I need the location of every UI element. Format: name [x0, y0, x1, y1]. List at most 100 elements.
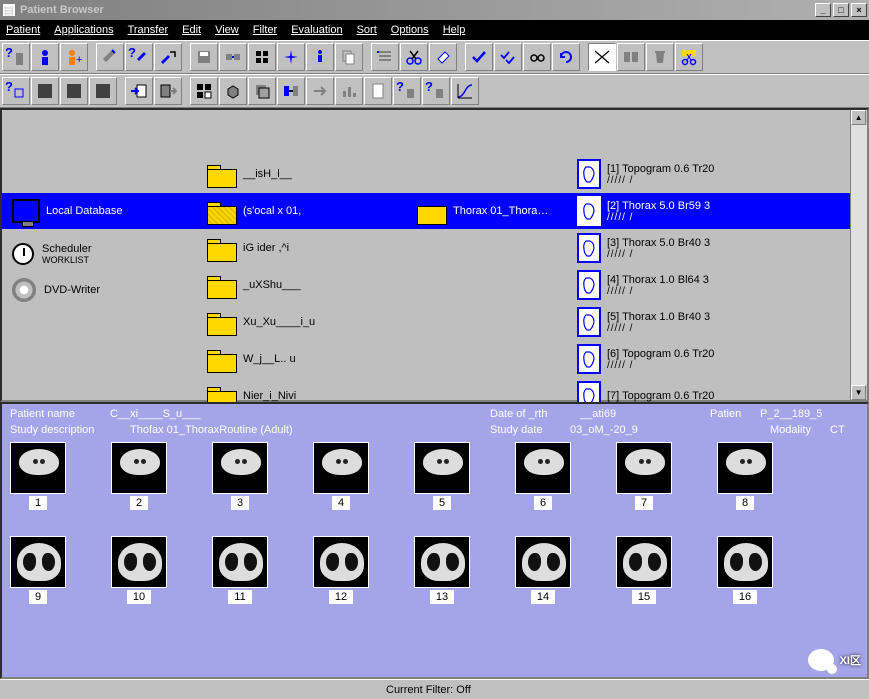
series-item[interactable]: [3] Thorax 5.0 Br40 3///// / — [577, 230, 710, 266]
tool-edit-2[interactable]: ? — [125, 43, 153, 71]
thumbnail-image — [414, 442, 470, 494]
tool-checks[interactable] — [494, 43, 522, 71]
tool2-cube[interactable] — [219, 77, 247, 105]
tool-copy[interactable] — [335, 43, 363, 71]
thumbnail[interactable]: 6 — [515, 442, 571, 510]
thumbnail[interactable]: 2 — [111, 442, 167, 510]
menu-options[interactable]: Options — [391, 24, 429, 36]
thumbnail[interactable]: 7 — [616, 442, 672, 510]
tool2-curve[interactable] — [451, 77, 479, 105]
preview-pane: Patient name C__xi____S_u___ Date of _rt… — [0, 402, 869, 679]
thumbnail[interactable]: 4 — [313, 442, 369, 510]
folder-item[interactable]: iG ider ,^i — [207, 230, 289, 266]
scroll-up-icon[interactable]: ▲ — [851, 110, 866, 125]
tool-cut-yellow[interactable] — [675, 43, 703, 71]
tool2-export[interactable] — [154, 77, 182, 105]
node-local-database[interactable]: Local Database — [12, 193, 122, 229]
tool-pen-arrow[interactable] — [154, 43, 182, 71]
series-item[interactable]: [1] Topogram 0.6 Tr20///// / — [577, 156, 714, 192]
series-item[interactable]: [5] Thorax 1.0 Br40 3///// / — [577, 304, 710, 340]
thumbnail[interactable]: 12 — [313, 536, 369, 604]
folder-item[interactable]: _uXShu___ — [207, 267, 301, 303]
thumbnail-image — [717, 536, 773, 588]
tool-trash[interactable] — [646, 43, 674, 71]
tool2-viewer[interactable]: ? — [2, 77, 30, 105]
tool-refresh[interactable] — [552, 43, 580, 71]
folder-item[interactable]: __isH_l__ — [207, 156, 292, 192]
tool-patient-info[interactable] — [31, 43, 59, 71]
tool2-insert[interactable] — [277, 77, 305, 105]
series-item[interactable]: [6] Topogram 0.6 Tr20///// / — [577, 341, 714, 377]
tool-patient-add[interactable]: + — [60, 43, 88, 71]
tool-spark[interactable] — [277, 43, 305, 71]
menu-transfer[interactable]: Transfer — [128, 24, 169, 36]
tool-transfer[interactable] — [219, 43, 247, 71]
menu-sort[interactable]: Sort — [357, 24, 377, 36]
label-modality: Modality — [770, 424, 830, 436]
thumbnail-label: 6 — [534, 496, 552, 510]
thumbnail-label: 5 — [433, 496, 451, 510]
folder-item[interactable]: W_j__L.. u — [207, 341, 296, 377]
thumbnail[interactable]: 5 — [414, 442, 470, 510]
tool2-doc[interactable] — [364, 77, 392, 105]
minimize-button[interactable]: _ — [815, 3, 831, 17]
thumbnail[interactable]: 11 — [212, 536, 268, 604]
tool-check[interactable] — [465, 43, 493, 71]
menu-evaluation[interactable]: Evaluation — [291, 24, 342, 36]
thumbnail-label: 15 — [632, 590, 656, 604]
tool-grid[interactable] — [248, 43, 276, 71]
tool2-dark2[interactable] — [60, 77, 88, 105]
tool-x-active[interactable] — [588, 43, 616, 71]
tool2-chart[interactable] — [335, 77, 363, 105]
menu-patient[interactable]: Patient — [6, 24, 40, 36]
thumbnail-image — [313, 442, 369, 494]
maximize-button[interactable]: □ — [833, 3, 849, 17]
menu-filter[interactable]: Filter — [253, 24, 277, 36]
series-item[interactable]: [4] Thorax 1.0 Bl64 3///// / — [577, 267, 709, 303]
tool-cut[interactable] — [400, 43, 428, 71]
tool-patient-query[interactable]: ? — [2, 43, 30, 71]
tool-person[interactable] — [306, 43, 334, 71]
thumbnail[interactable]: 16 — [717, 536, 773, 604]
tool-glasses[interactable] — [523, 43, 551, 71]
tool2-import[interactable] — [125, 77, 153, 105]
tool2-q1[interactable]: ? — [393, 77, 421, 105]
tool2-grid4[interactable] — [190, 77, 218, 105]
menu-view[interactable]: View — [215, 24, 239, 36]
folder-item-selected[interactable]: (s'ocal x 01, — [207, 193, 301, 229]
scroll-down-icon[interactable]: ▼ — [851, 385, 866, 400]
thumbnail[interactable]: 13 — [414, 536, 470, 604]
tool2-layers[interactable] — [248, 77, 276, 105]
tool-list[interactable] — [371, 43, 399, 71]
tree-pane[interactable]: Local Database Scheduler WORKLIST DVD-Wr… — [2, 110, 850, 400]
thumbnail-label: 1 — [29, 496, 47, 510]
tool-disk[interactable] — [190, 43, 218, 71]
browser-pane: Local Database Scheduler WORKLIST DVD-Wr… — [0, 108, 869, 402]
menu-applications[interactable]: Applications — [54, 24, 113, 36]
vertical-scrollbar[interactable]: ▲ ▼ — [850, 110, 867, 400]
tool-edit-1[interactable] — [96, 43, 124, 71]
node-scheduler[interactable]: Scheduler WORKLIST — [12, 236, 92, 272]
menu-edit[interactable]: Edit — [182, 24, 201, 36]
thumbnail[interactable]: 3 — [212, 442, 268, 510]
thumbnail[interactable]: 15 — [616, 536, 672, 604]
thumbnail[interactable]: 14 — [515, 536, 571, 604]
folder-icon — [207, 273, 237, 297]
node-dvd-writer[interactable]: DVD-Writer — [12, 272, 100, 308]
menu-help[interactable]: Help — [443, 24, 466, 36]
thumbnail[interactable]: 9 — [10, 536, 66, 604]
thumbnail[interactable]: 1 — [10, 442, 66, 510]
tool-panels[interactable] — [617, 43, 645, 71]
tool-eraser[interactable] — [429, 43, 457, 71]
folder-item[interactable]: Xu_Xu____i_u — [207, 304, 315, 340]
tool2-dark1[interactable] — [31, 77, 59, 105]
scroll-track[interactable] — [851, 125, 867, 385]
thumbnail[interactable]: 8 — [717, 442, 773, 510]
study-selected[interactable]: Thorax 01_Thora… — [417, 193, 548, 229]
close-button[interactable]: × — [851, 3, 867, 17]
tool2-q2[interactable]: ? — [422, 77, 450, 105]
tool2-arrow[interactable] — [306, 77, 334, 105]
thumbnail[interactable]: 10 — [111, 536, 167, 604]
series-item-selected[interactable]: [2] Thorax 5.0 Br59 3///// / — [577, 193, 710, 229]
tool2-dark3[interactable] — [89, 77, 117, 105]
